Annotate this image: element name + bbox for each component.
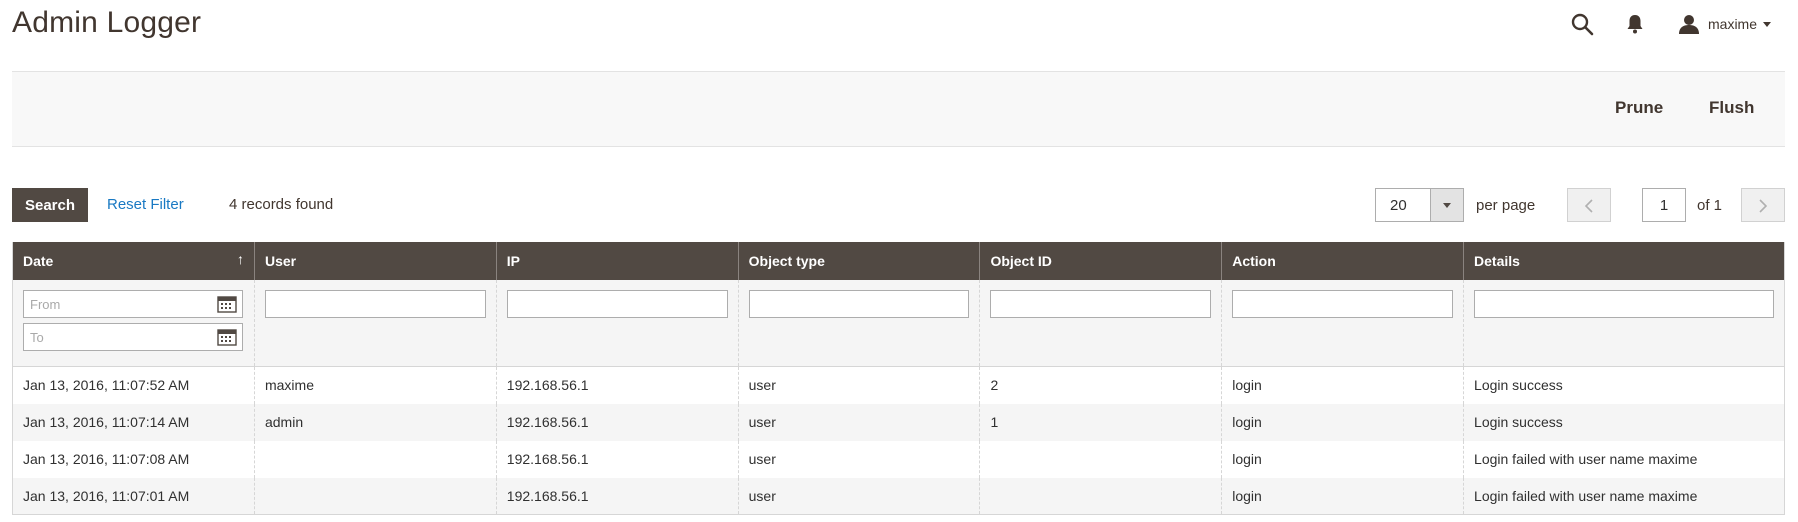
- details-cell: Login success: [1463, 366, 1785, 404]
- user-menu[interactable]: maxime: [1678, 12, 1772, 36]
- filter-row: [12, 280, 1785, 367]
- object-type-cell: user: [737, 440, 980, 478]
- flush-button[interactable]: Flush: [1709, 98, 1754, 118]
- per-page-select[interactable]: 20: [1375, 188, 1464, 222]
- logger-grid: Date ↑ User IP Object type Object ID Acti…: [12, 242, 1785, 515]
- per-page-label: per page: [1476, 197, 1536, 214]
- details-cell: Login success: [1463, 403, 1785, 441]
- records-found-count: 4 records found: [229, 196, 334, 213]
- action-filter-cell: [1221, 280, 1464, 367]
- chevron-down-icon[interactable]: [1430, 189, 1463, 221]
- ip-filter-field[interactable]: [506, 290, 728, 318]
- action-cell: login: [1221, 477, 1464, 515]
- total-pages: of 1: [1697, 197, 1723, 214]
- column-header-details[interactable]: Details: [1463, 242, 1785, 280]
- reset-filter-link[interactable]: Reset Filter: [107, 196, 184, 213]
- page-title: Admin Logger: [12, 6, 202, 39]
- details-filter-cell: [1463, 280, 1785, 367]
- calendar-icon[interactable]: [217, 328, 237, 346]
- details-cell: Login failed with user name maxime: [1463, 440, 1785, 478]
- chevron-down-icon: [1763, 21, 1772, 27]
- column-header-label: Object ID: [990, 253, 1052, 269]
- ip-cell: 192.168.56.1: [495, 403, 739, 441]
- column-header-user[interactable]: User: [253, 242, 497, 280]
- details-filter-field[interactable]: [1474, 290, 1774, 318]
- search-icon[interactable]: [1570, 12, 1594, 36]
- chevron-left-icon: [1584, 199, 1593, 213]
- prune-button[interactable]: Prune: [1615, 98, 1663, 118]
- action-cell: login: [1221, 366, 1464, 404]
- action-cell: login: [1221, 440, 1464, 478]
- date-from-field[interactable]: [23, 290, 243, 318]
- user-icon: [1679, 15, 1699, 34]
- object-type-filter-field[interactable]: [748, 290, 970, 318]
- object-id-cell: 1: [979, 403, 1222, 441]
- next-page-button[interactable]: [1741, 188, 1785, 222]
- user-filter-field[interactable]: [264, 290, 486, 318]
- column-header-label: Action: [1232, 253, 1276, 269]
- object-id-filter-cell: [979, 280, 1222, 367]
- object-id-cell: [979, 440, 1222, 478]
- action-filter-field[interactable]: [1232, 290, 1454, 318]
- column-header-label: Object type: [748, 253, 825, 269]
- details-cell: Login failed with user name maxime: [1463, 477, 1785, 515]
- column-header-label: User: [264, 253, 297, 269]
- table-row[interactable]: Jan 13, 2016, 11:07:14 AM admin 192.168.…: [12, 403, 1785, 441]
- bell-icon[interactable]: [1626, 14, 1644, 34]
- user-cell: maxime: [253, 366, 497, 404]
- date-cell: Jan 13, 2016, 11:07:08 AM: [12, 440, 255, 478]
- table-row[interactable]: Jan 13, 2016, 11:07:52 AM maxime 192.168…: [12, 366, 1785, 404]
- chevron-right-icon: [1759, 199, 1768, 213]
- sort-arrow-icon: ↑: [236, 251, 244, 267]
- date-cell: Jan 13, 2016, 11:07:52 AM: [12, 366, 255, 404]
- table-row[interactable]: Jan 13, 2016, 11:07:08 AM 192.168.56.1 u…: [12, 440, 1785, 478]
- column-header-ip[interactable]: IP: [495, 242, 739, 280]
- per-page-value: 20: [1390, 197, 1407, 214]
- current-page-input[interactable]: [1642, 188, 1686, 222]
- column-header-action[interactable]: Action: [1221, 242, 1464, 280]
- previous-page-button[interactable]: [1567, 188, 1611, 222]
- ip-cell: 192.168.56.1: [495, 477, 739, 515]
- calendar-icon[interactable]: [217, 295, 237, 313]
- date-cell: Jan 13, 2016, 11:07:01 AM: [12, 477, 255, 515]
- date-filter-cell: [12, 280, 255, 367]
- user-filter-cell: [253, 280, 497, 367]
- page-actions-bar: Prune Flush: [12, 71, 1785, 147]
- column-header-label: IP: [506, 253, 521, 269]
- ip-cell: 192.168.56.1: [495, 366, 739, 404]
- user-cell: [253, 440, 497, 478]
- object-type-filter-cell: [737, 280, 980, 367]
- column-header-label: Details: [1474, 253, 1520, 269]
- user-cell: [253, 477, 497, 515]
- object-type-cell: user: [737, 403, 980, 441]
- grid-header-row: Date ↑ User IP Object type Object ID Acti…: [12, 242, 1785, 280]
- object-type-cell: user: [737, 366, 980, 404]
- search-button[interactable]: Search: [12, 188, 88, 222]
- username: maxime: [1708, 16, 1758, 32]
- object-id-filter-field[interactable]: [990, 290, 1212, 318]
- object-id-cell: 2: [979, 366, 1222, 404]
- column-header-label: Date: [23, 253, 54, 269]
- object-id-cell: [979, 477, 1222, 515]
- user-cell: admin: [253, 403, 497, 441]
- column-header-object-type[interactable]: Object type: [737, 242, 980, 280]
- column-header-date[interactable]: Date ↑: [12, 242, 255, 280]
- ip-filter-cell: [495, 280, 739, 367]
- date-to-field[interactable]: [23, 323, 243, 351]
- ip-cell: 192.168.56.1: [495, 440, 739, 478]
- object-type-cell: user: [737, 477, 980, 515]
- column-header-object-id[interactable]: Object ID: [979, 242, 1222, 280]
- action-cell: login: [1221, 403, 1464, 441]
- table-row[interactable]: Jan 13, 2016, 11:07:01 AM 192.168.56.1 u…: [12, 477, 1785, 515]
- date-cell: Jan 13, 2016, 11:07:14 AM: [12, 403, 255, 441]
